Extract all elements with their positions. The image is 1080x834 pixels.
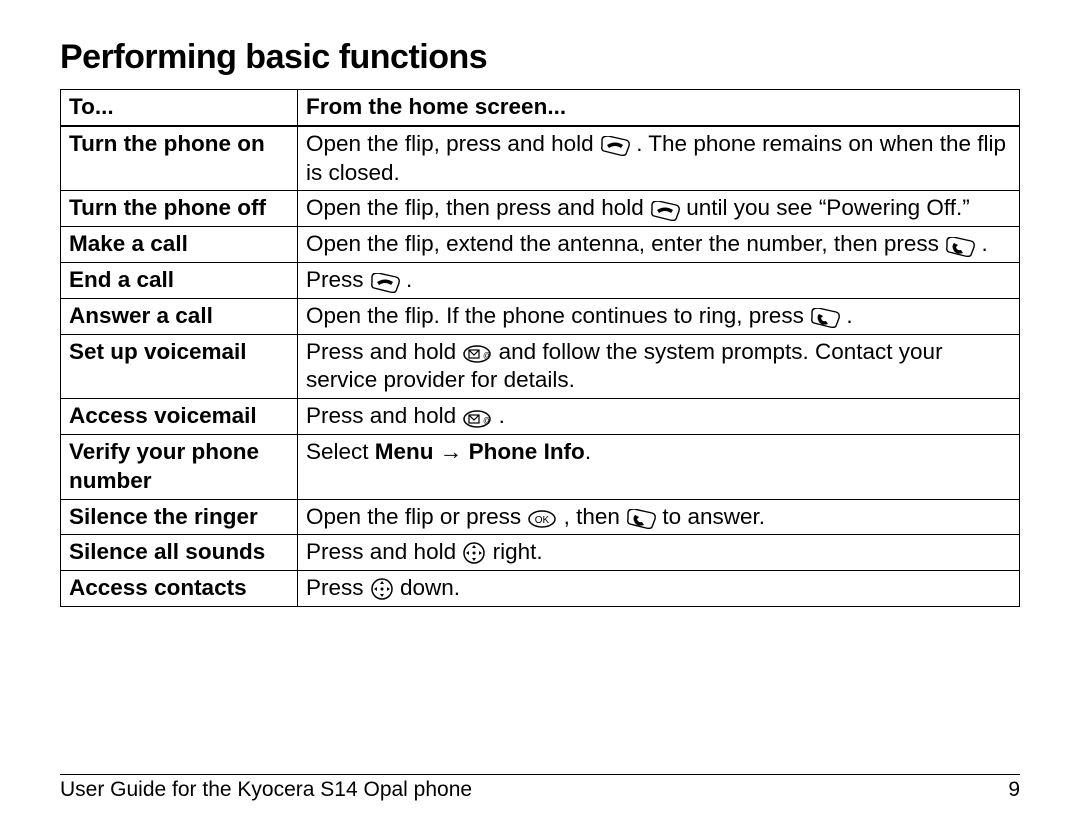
- instruction-text: .: [492, 403, 505, 428]
- instruction-text: Press and hold: [306, 539, 462, 564]
- instruction-text: Open the flip, then press and hold: [306, 195, 650, 220]
- row-instruction: Press down.: [298, 571, 1020, 607]
- table-row: Verify your phone numberSelect Menu → Ph…: [61, 434, 1020, 499]
- instruction-text: Press and hold: [306, 339, 462, 364]
- row-instruction: Open the flip or press OK , then to answ…: [298, 499, 1020, 535]
- row-task: Silence all sounds: [61, 535, 298, 571]
- nav-key-icon: [370, 577, 394, 601]
- row-task: Access voicemail: [61, 399, 298, 435]
- nav-key-icon: [462, 541, 486, 565]
- row-instruction: Press .: [298, 262, 1020, 298]
- row-task: Access contacts: [61, 571, 298, 607]
- row-instruction: Press and hold @ and follow the system p…: [298, 334, 1020, 399]
- instruction-text: .: [975, 231, 988, 256]
- instruction-bold: Menu: [375, 439, 434, 464]
- table-row: Make a call Open the flip, extend the ant…: [61, 227, 1020, 263]
- row-instruction: Open the flip, extend the antenna, enter…: [298, 227, 1020, 263]
- instruction-text: to answer.: [656, 504, 765, 529]
- instruction-text: →: [434, 439, 469, 464]
- instruction-text: Press and hold: [306, 403, 462, 428]
- footer-page-number: 9: [1008, 778, 1020, 802]
- row-task: End a call: [61, 262, 298, 298]
- row-task: Set up voicemail: [61, 334, 298, 399]
- table-row: Turn the phone onOpen the flip, press an…: [61, 126, 1020, 191]
- row-instruction: Press and hold @ .: [298, 399, 1020, 435]
- instruction-text: right.: [486, 539, 542, 564]
- ok-key-icon: OK: [527, 509, 557, 529]
- svg-text:@: @: [483, 351, 491, 360]
- row-task: Turn the phone off: [61, 191, 298, 227]
- row-task: Silence the ringer: [61, 499, 298, 535]
- table-row: Silence the ringerOpen the flip or press…: [61, 499, 1020, 535]
- header-row: To... From the home screen...: [61, 90, 1020, 126]
- instruction-text: , then: [557, 504, 626, 529]
- page-footer: User Guide for the Kyocera S14 Opal phon…: [60, 774, 1020, 802]
- instruction-text: Open the flip or press: [306, 504, 527, 529]
- table-row: Set up voicemailPress and hold @ and fol…: [61, 334, 1020, 399]
- svg-text:@: @: [483, 416, 491, 425]
- svg-text:OK: OK: [535, 515, 550, 526]
- functions-table: To... From the home screen... Turn the p…: [60, 89, 1020, 607]
- table-row: Turn the phone offOpen the flip, then pr…: [61, 191, 1020, 227]
- voicemail-key-icon: @: [462, 344, 492, 364]
- instruction-text: Open the flip, extend the antenna, enter…: [306, 231, 945, 256]
- instruction-text: .: [585, 439, 591, 464]
- end-key-icon: [600, 136, 630, 156]
- row-task: Make a call: [61, 227, 298, 263]
- end-key-icon: [650, 201, 680, 221]
- instruction-text: Press: [306, 267, 370, 292]
- instruction-text: Select: [306, 439, 375, 464]
- instruction-text: Open the flip. If the phone continues to…: [306, 303, 810, 328]
- send-key-icon: [810, 308, 840, 328]
- row-instruction: Select Menu → Phone Info.: [298, 434, 1020, 499]
- send-key-icon: [626, 509, 656, 529]
- row-task: Turn the phone on: [61, 126, 298, 191]
- row-instruction: Open the flip, then press and hold until…: [298, 191, 1020, 227]
- instruction-text: until you see “Powering Off.”: [680, 195, 970, 220]
- instruction-text: .: [840, 303, 853, 328]
- instruction-text: down.: [394, 575, 460, 600]
- header-from: From the home screen...: [298, 90, 1020, 126]
- end-key-icon: [370, 273, 400, 293]
- voicemail-key-icon: @: [462, 409, 492, 429]
- instruction-bold: Phone Info: [469, 439, 585, 464]
- table-row: Silence all soundsPress and hold right.: [61, 535, 1020, 571]
- instruction-text: .: [400, 267, 413, 292]
- row-instruction: Open the flip. If the phone continues to…: [298, 298, 1020, 334]
- table-row: End a callPress .: [61, 262, 1020, 298]
- send-key-icon: [945, 237, 975, 257]
- row-task: Answer a call: [61, 298, 298, 334]
- footer-left: User Guide for the Kyocera S14 Opal phon…: [60, 778, 472, 802]
- table-row: Access contactsPress down.: [61, 571, 1020, 607]
- row-task: Verify your phone number: [61, 434, 298, 499]
- table-row: Access voicemailPress and hold @ .: [61, 399, 1020, 435]
- table-row: Answer a call Open the flip. If the phone…: [61, 298, 1020, 334]
- page-title: Performing basic functions: [60, 38, 1020, 77]
- header-to: To...: [61, 90, 298, 126]
- instruction-text: Press: [306, 575, 370, 600]
- instruction-text: Open the flip, press and hold: [306, 131, 600, 156]
- row-instruction: Press and hold right.: [298, 535, 1020, 571]
- row-instruction: Open the flip, press and hold . The phon…: [298, 126, 1020, 191]
